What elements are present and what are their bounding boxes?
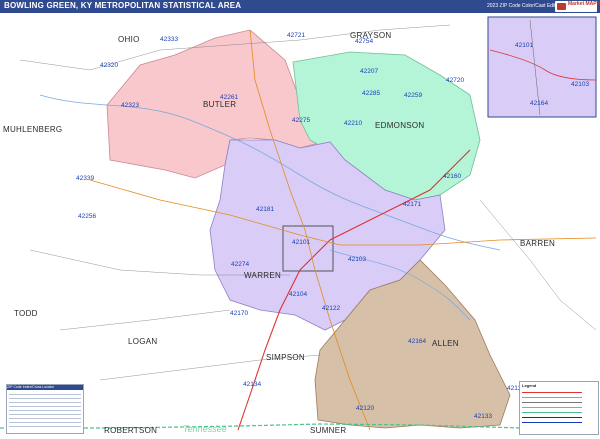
zip-label: 42754 <box>355 38 373 45</box>
zip-label: 42339 <box>76 175 94 182</box>
inset-zip-label: 42101 <box>515 42 533 49</box>
zip-label: 42171 <box>403 201 421 208</box>
zip-label: 42170 <box>230 310 248 317</box>
county-label: WARREN <box>244 271 281 280</box>
zip-label: 42261 <box>220 94 238 101</box>
map-canvas[interactable]: OHIO GRAYSON BUTLER EDMONSON MUHLENBERG … <box>0 13 600 439</box>
legend-title: Legend <box>522 383 537 388</box>
zip-label: 42259 <box>404 92 422 99</box>
county-label: MUHLENBERG <box>3 125 62 134</box>
zip-label: 42134 <box>243 381 261 388</box>
legend-road-line <box>522 402 582 403</box>
zip-label: 42160 <box>443 173 461 180</box>
brand-mark-icon <box>557 3 566 10</box>
inset-zip-label: 42103 <box>571 81 589 88</box>
zip-label: 42164 <box>408 338 426 345</box>
zip-label: 42207 <box>360 68 378 75</box>
zip-index-row <box>9 410 81 411</box>
zip-label: 42101 <box>292 239 310 246</box>
county-label: OHIO <box>118 35 140 44</box>
zip-label: 42323 <box>121 102 139 109</box>
brand-logo: Market MAPS <box>555 1 600 12</box>
county-label: BUTLER <box>203 100 236 109</box>
zip-index-title: ZIP Code Index/Cross Locator <box>7 385 83 390</box>
zip-label: 42256 <box>78 213 96 220</box>
zip-index-row <box>9 398 81 399</box>
map-title: BOWLING GREEN, KY METROPOLITAN STATISTIC… <box>4 1 242 10</box>
zip-label: 42275 <box>292 117 310 124</box>
zip-label: 42720 <box>446 77 464 84</box>
county-label: SIMPSON <box>266 353 305 362</box>
zip-label: 42181 <box>256 206 274 213</box>
county-label: LOGAN <box>128 337 158 346</box>
zip-index-row <box>9 422 81 423</box>
legend-highway-line <box>522 397 582 398</box>
zip-index-row <box>9 418 81 419</box>
zip-label: 42721 <box>287 32 305 39</box>
zip-label: 42285 <box>362 90 380 97</box>
county-label: TODD <box>14 309 38 318</box>
zip-label: 42210 <box>344 120 362 127</box>
title-bar: BOWLING GREEN, KY METROPOLITAN STATISTIC… <box>0 0 600 13</box>
zip-index-row <box>9 426 81 427</box>
edition-label: 2023 ZIP Code Color/Cast Edition <box>487 3 563 9</box>
zip-index-table: ZIP Code Index/Cross Locator <box>6 384 84 434</box>
zip-label: 42122 <box>322 305 340 312</box>
zip-label: 42320 <box>100 62 118 69</box>
zip-index-row <box>9 394 81 395</box>
county-label: ALLEN <box>432 339 459 348</box>
zip-label: 42274 <box>231 261 249 268</box>
zip-label: 42333 <box>160 36 178 43</box>
zip-label: 42133 <box>474 413 492 420</box>
zip-label: 42104 <box>289 291 307 298</box>
legend-river-line <box>522 407 582 408</box>
inset-zip-label: 42164 <box>530 100 548 107</box>
state-label: Tennessee <box>183 424 227 434</box>
zip-index-row <box>9 414 81 415</box>
legend-interstate-line <box>522 392 582 393</box>
county-label: BARREN <box>520 239 555 248</box>
map-legend: Legend <box>519 381 599 435</box>
county-label: ROBERTSON <box>104 426 157 435</box>
zip-label: 42120 <box>356 405 374 412</box>
legend-county-line <box>522 417 582 418</box>
zip-label: 42103 <box>348 256 366 263</box>
brand-text: Market MAPS <box>568 1 600 7</box>
legend-state-line <box>522 412 582 413</box>
zip-index-row <box>9 402 81 403</box>
county-label: EDMONSON <box>375 121 425 130</box>
legend-zip-line <box>522 422 582 423</box>
map-frame: BOWLING GREEN, KY METROPOLITAN STATISTIC… <box>0 0 600 439</box>
county-label: SUMNER <box>310 426 346 435</box>
zip-index-row <box>9 406 81 407</box>
